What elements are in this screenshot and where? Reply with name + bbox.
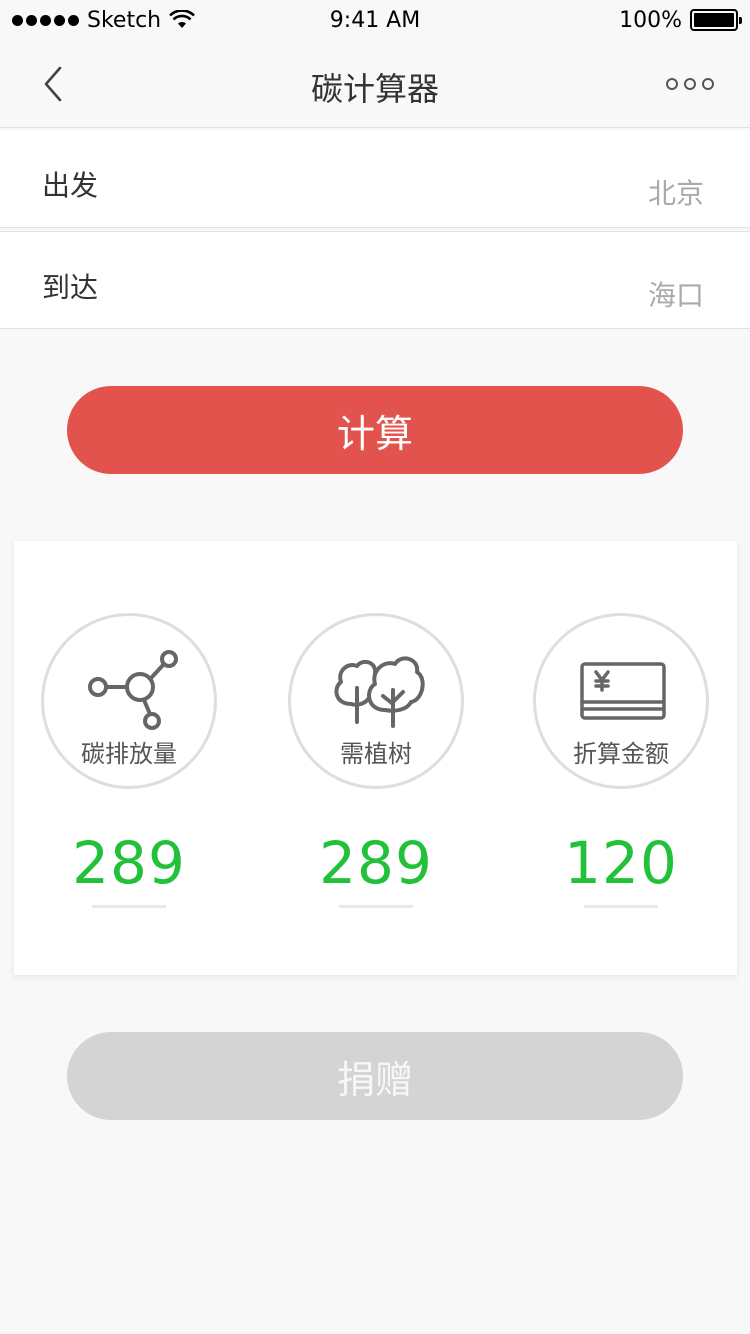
more-dot-icon: [684, 78, 696, 90]
value-underline: [92, 905, 166, 908]
molecule-icon: [88, 650, 178, 730]
signal-strength-icon: [12, 14, 79, 26]
carbon-emission-circle: 碳排放量: [41, 613, 217, 789]
donate-button[interactable]: 捐赠: [67, 1032, 683, 1120]
converted-amount-value: 120: [564, 829, 678, 897]
carbon-emission-label: 碳排放量: [81, 740, 177, 768]
status-left: Sketch: [12, 7, 196, 33]
departure-label: 出发: [42, 169, 99, 202]
carrier-name: Sketch: [87, 7, 162, 33]
converted-amount-item: 折算金额 120: [533, 613, 709, 913]
trees-icon: [334, 656, 425, 728]
carbon-calculator-page: Sketch 9:41 AM 100% 碳计算器 出发 北京 到达 海口 计算 …: [0, 0, 750, 1334]
departure-row[interactable]: 出发 北京: [0, 130, 750, 228]
yen-card-icon: [580, 662, 666, 720]
more-button[interactable]: [666, 70, 714, 98]
trees-needed-item: 需植树 289: [288, 613, 464, 913]
arrival-label: 到达: [42, 271, 99, 304]
page-title: 碳计算器: [310, 70, 439, 108]
navigation-bar: 碳计算器: [0, 40, 750, 128]
value-underline: [339, 905, 413, 908]
trees-needed-label: 需植树: [340, 740, 412, 768]
battery-icon: [690, 9, 742, 31]
more-dot-icon: [666, 78, 678, 90]
result-card: 碳排放量 289 需植树 289 折算金额 120: [14, 541, 737, 975]
arrival-value[interactable]: 海口: [648, 274, 704, 314]
carbon-emission-value: 289: [72, 829, 186, 897]
status-right: 100%: [619, 7, 742, 33]
trees-needed-circle: 需植树: [288, 613, 464, 789]
carbon-emission-item: 碳排放量 289: [41, 613, 217, 913]
converted-amount-label: 折算金额: [573, 740, 669, 768]
status-bar: Sketch 9:41 AM 100%: [0, 0, 750, 40]
back-button[interactable]: [36, 64, 76, 104]
departure-value[interactable]: 北京: [648, 172, 704, 212]
more-dot-icon: [702, 78, 714, 90]
battery-percentage: 100%: [619, 7, 682, 33]
value-underline: [584, 905, 658, 908]
trees-needed-value: 289: [319, 829, 433, 897]
wifi-icon: [169, 10, 196, 28]
converted-amount-circle: 折算金额: [533, 613, 709, 789]
arrival-row[interactable]: 到达 海口: [0, 231, 750, 329]
chevron-left-icon: [44, 66, 62, 102]
calculate-button[interactable]: 计算: [67, 386, 683, 474]
